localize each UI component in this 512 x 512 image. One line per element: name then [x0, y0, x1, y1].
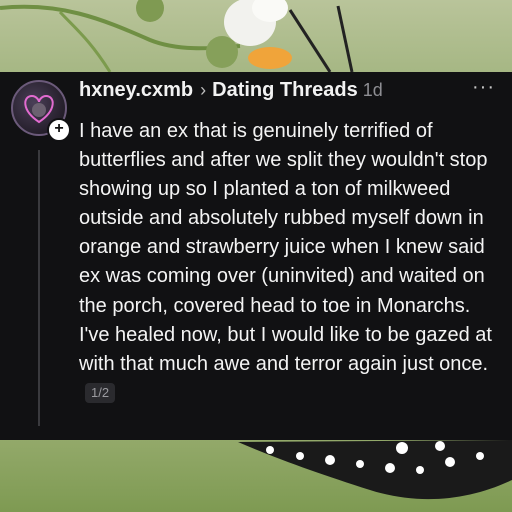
post-body: I have an ex that is genuinely terrified… — [79, 117, 505, 408]
background-photo-bottom — [0, 440, 512, 512]
more-icon[interactable]: ··· — [472, 76, 495, 99]
background-photo-top — [0, 0, 512, 73]
post-timestamp: 1d — [362, 80, 383, 100]
thread-line — [38, 150, 40, 426]
post-header: hxney.cxmb › Dating Threads 1d — [79, 79, 383, 105]
thread-post-card: + hxney.cxmb › Dating Threads 1d ··· I h… — [0, 72, 512, 440]
community-name[interactable]: Dating Threads — [212, 79, 358, 102]
post-body-text: I have an ex that is genuinely terrified… — [79, 120, 492, 375]
follow-plus-icon[interactable]: + — [47, 118, 71, 142]
butterfly-wing-graphic — [238, 440, 512, 500]
chevron-right-icon: › — [200, 80, 207, 100]
flower-stem-graphic — [0, 0, 354, 73]
username[interactable]: hxney.cxmb — [79, 79, 193, 102]
page-indicator: 1/2 — [85, 382, 116, 403]
